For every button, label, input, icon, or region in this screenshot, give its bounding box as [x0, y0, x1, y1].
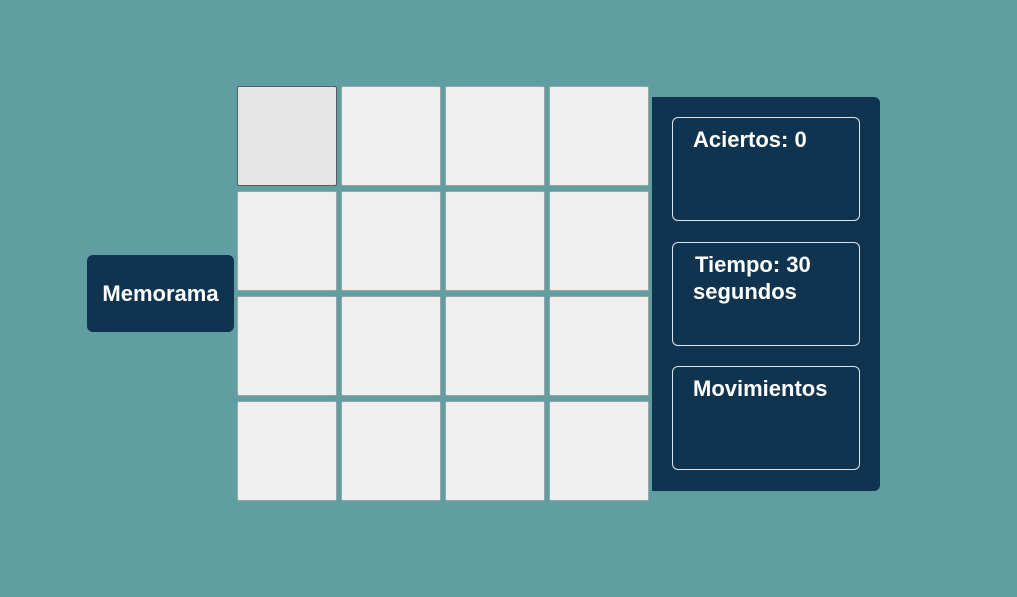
- card-12[interactable]: [549, 296, 649, 396]
- card-1[interactable]: [237, 86, 337, 186]
- card-16[interactable]: [549, 401, 649, 501]
- card-14[interactable]: [341, 401, 441, 501]
- moves-counter: Movimientos: [672, 366, 860, 470]
- card-board: [237, 86, 649, 501]
- card-11[interactable]: [445, 296, 545, 396]
- card-3[interactable]: [445, 86, 545, 186]
- card-9[interactable]: [237, 296, 337, 396]
- game-title: Memorama: [87, 255, 234, 332]
- card-6[interactable]: [341, 191, 441, 291]
- card-4[interactable]: [549, 86, 649, 186]
- stats-panel: Aciertos: 0 Tiempo: 30 segundos Movimien…: [652, 97, 880, 491]
- game-title-label: Memorama: [102, 280, 219, 306]
- card-7[interactable]: [445, 191, 545, 291]
- card-13[interactable]: [237, 401, 337, 501]
- hits-label: Aciertos: 0: [693, 127, 807, 152]
- card-8[interactable]: [549, 191, 649, 291]
- card-2[interactable]: [341, 86, 441, 186]
- time-label: Tiempo: 30: [695, 252, 811, 277]
- card-10[interactable]: [341, 296, 441, 396]
- time-counter: Tiempo: 30 segundos: [672, 242, 860, 346]
- card-15[interactable]: [445, 401, 545, 501]
- hits-counter: Aciertos: 0: [672, 117, 860, 221]
- time-unit-label: segundos: [693, 279, 797, 304]
- card-5[interactable]: [237, 191, 337, 291]
- moves-label: Movimientos: [693, 376, 828, 401]
